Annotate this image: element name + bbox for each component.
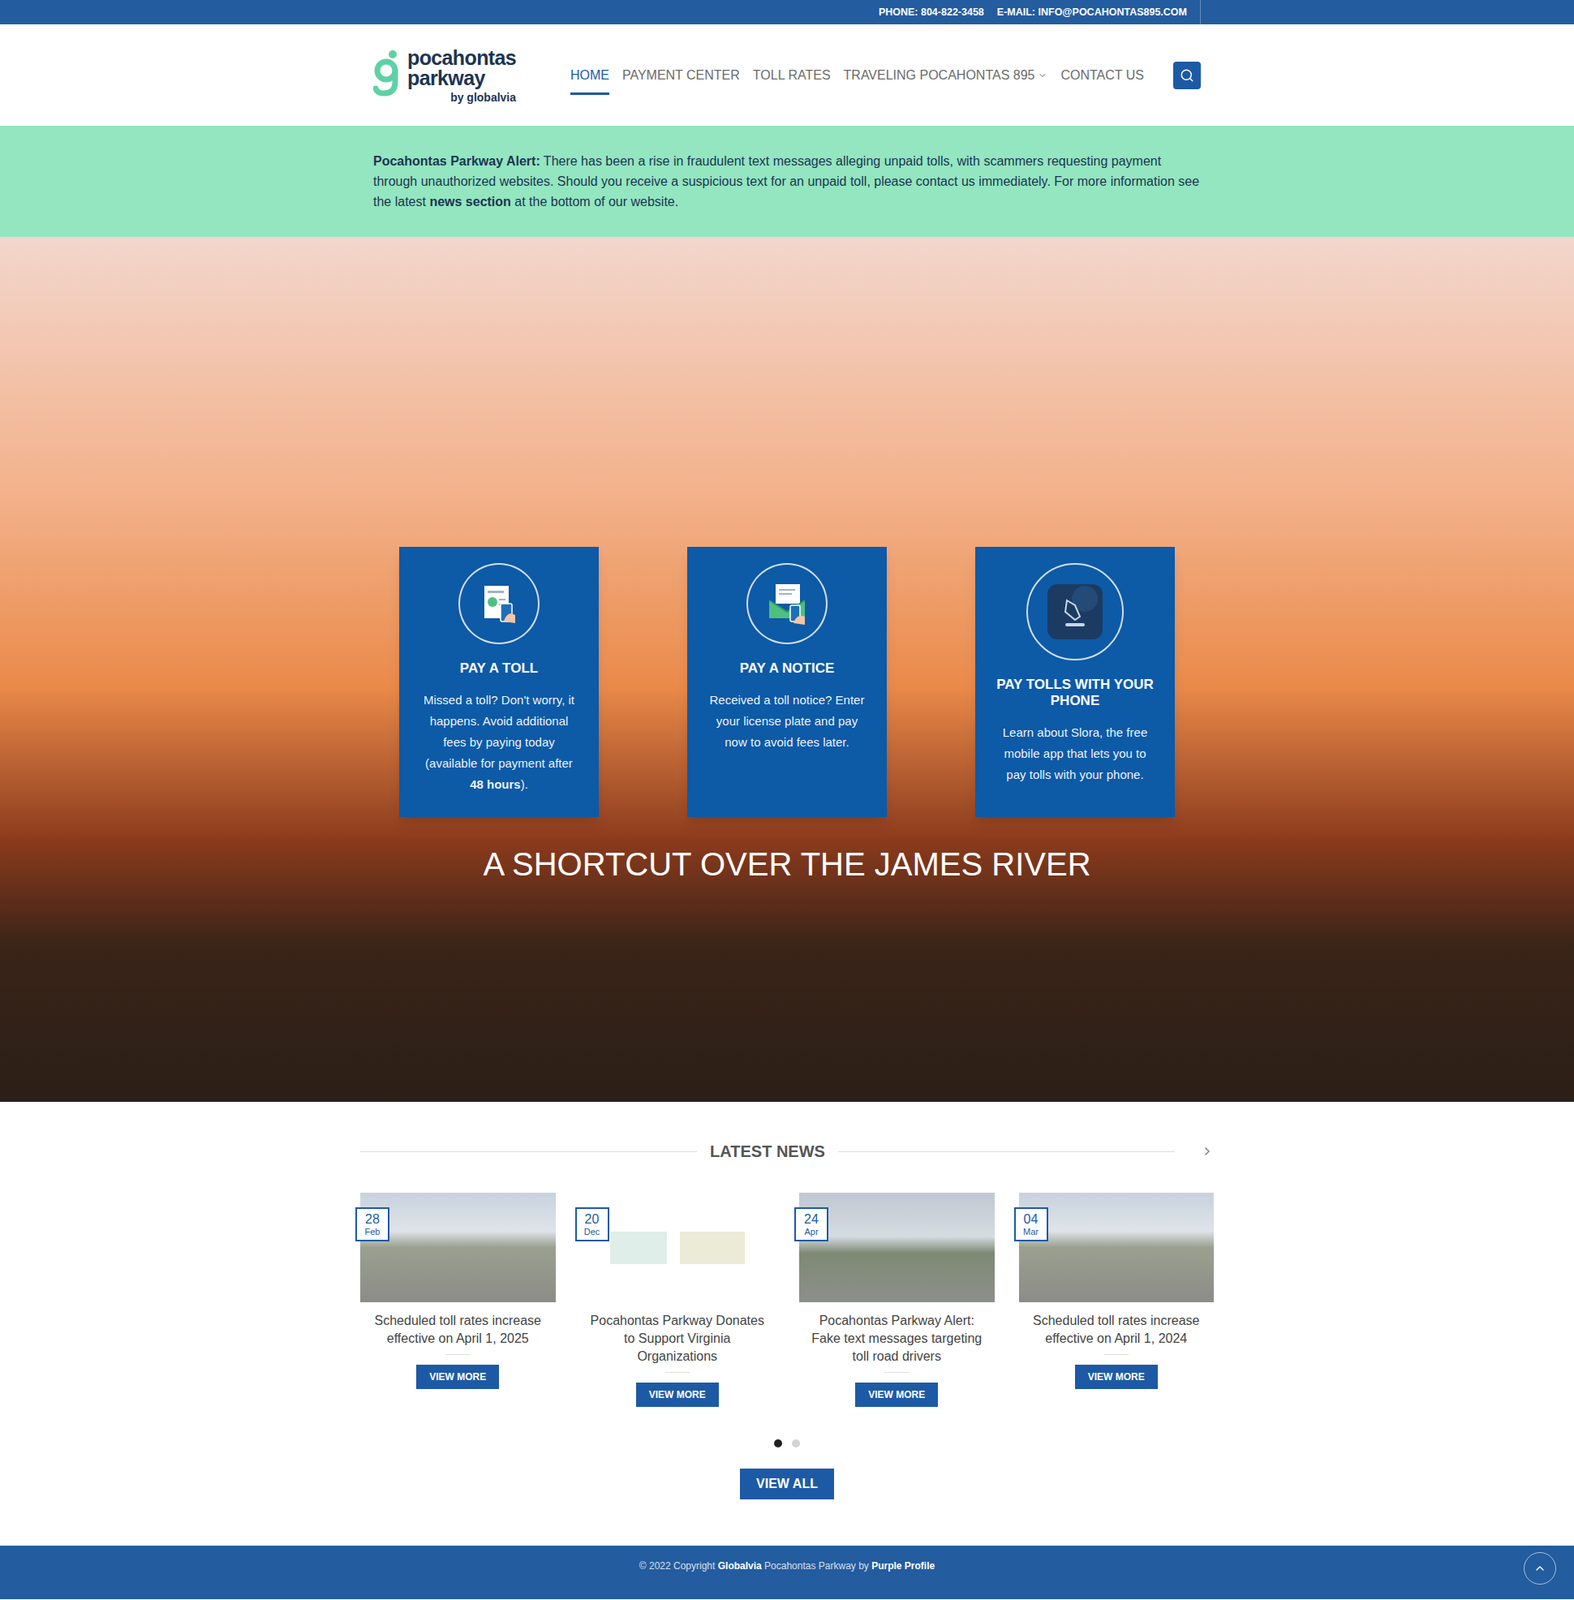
latest-news: LATEST NEWS28FebScheduled toll rates inc… xyxy=(0,1101,1574,1546)
date-badge: 24Apr xyxy=(794,1207,829,1242)
news-image xyxy=(799,1192,995,1303)
carousel-dot[interactable] xyxy=(774,1439,783,1448)
carousel-dot[interactable] xyxy=(791,1439,800,1448)
logo-line2: parkway xyxy=(407,68,517,89)
hero: PAY A TOLL Missed a toll? Don't worry, it… xyxy=(0,236,1574,1102)
alert-banner: Pocahontas Parkway Alert: There has been… xyxy=(0,125,1574,237)
search-icon xyxy=(1179,68,1195,83)
nav-item[interactable]: TRAVELING POCAHONTAS 895 xyxy=(843,59,1049,92)
next-arrow-icon[interactable] xyxy=(1200,1144,1214,1158)
scroll-top-button[interactable] xyxy=(1523,1552,1557,1585)
news-title: Scheduled toll rates increase effective … xyxy=(360,1311,556,1348)
hero-card-text: Received a toll notice? Enter your licen… xyxy=(706,689,868,753)
header: pocahontasparkway by globalvia HOME PAYMENT… xyxy=(0,24,1574,126)
hero-card-text: Missed a toll? Don't worry, it happens. … xyxy=(418,689,580,796)
news-title: Scheduled toll rates increase effective … xyxy=(1019,1311,1215,1348)
phone-text[interactable]: PHONE: 804-822-3458 xyxy=(878,4,985,21)
view-more-button[interactable]: VIEW MORE xyxy=(636,1382,719,1407)
active-underline xyxy=(570,92,610,95)
logo-line3: by globalvia xyxy=(450,91,517,104)
hero-card-text: Learn about Slora, the free mobile app t… xyxy=(994,722,1156,786)
news-card[interactable]: 20DecPocahontas Parkway Donates to Suppo… xyxy=(580,1192,776,1407)
logo-line1: pocahontas xyxy=(407,47,517,69)
view-all-button[interactable]: VIEW ALL xyxy=(739,1468,835,1500)
news-card[interactable]: 04MarScheduled toll rates increase effec… xyxy=(1019,1192,1215,1407)
view-more-button[interactable]: VIEW MORE xyxy=(416,1364,499,1390)
logo-g-icon xyxy=(373,49,401,102)
alert-label: Pocahontas Parkway Alert: xyxy=(373,154,541,168)
news-title: Pocahontas Parkway Alert: Fake text mess… xyxy=(799,1311,995,1366)
nav-item[interactable]: PAYMENT CENTER xyxy=(622,59,740,92)
email-text[interactable]: E-MAIL: INFO@POCAHONTAS895.COM xyxy=(997,4,1187,21)
hero-card[interactable]: PAY A NOTICE Received a toll notice? Ente… xyxy=(687,546,887,818)
news-title: Pocahontas Parkway Donates to Support Vi… xyxy=(580,1311,776,1366)
nav-item[interactable]: TOLL RATES xyxy=(752,59,831,92)
news-image xyxy=(1019,1192,1215,1303)
hero-card[interactable]: PAY A TOLL Missed a toll? Don't worry, it… xyxy=(399,546,599,818)
receipt-icon xyxy=(458,563,540,645)
date-badge: 20Dec xyxy=(575,1207,610,1242)
logo[interactable]: pocahontasparkway by globalvia xyxy=(373,47,517,104)
nav-item[interactable]: CONTACT US xyxy=(1060,59,1144,92)
slora-app-icon xyxy=(1026,563,1124,661)
footer: © 2022 Copyright Globalvia Pocahontas Pa… xyxy=(0,1545,1574,1600)
view-more-button[interactable]: VIEW MORE xyxy=(1075,1364,1158,1390)
hero-headline: A SHORTCUT OVER THE JAMES RIVER xyxy=(482,839,1091,889)
date-badge: 04Mar xyxy=(1014,1207,1049,1242)
news-section-link[interactable]: news section xyxy=(429,194,511,209)
copyright-text: © 2022 Copyright Globalvia Pocahontas Pa… xyxy=(639,1558,935,1600)
search-button[interactable] xyxy=(1173,61,1201,90)
news-card[interactable]: 24AprPocahontas Parkway Alert: Fake text… xyxy=(799,1192,995,1407)
chevron-up-icon xyxy=(1533,1561,1547,1575)
top-bar: PHONE: 804-822-3458 E-MAIL: INFO@POCAHONT… xyxy=(0,0,1574,25)
chevron-down-icon xyxy=(1037,70,1048,81)
view-more-button[interactable]: VIEW MORE xyxy=(855,1382,938,1407)
hero-card-title: PAY A NOTICE xyxy=(739,660,835,677)
news-heading: LATEST NEWS xyxy=(709,1139,826,1164)
page: PHONE: 804-822-3458 E-MAIL: INFO@POCAHONT… xyxy=(0,0,1574,1600)
news-image xyxy=(360,1192,556,1303)
main-nav: HOME PAYMENT CENTER TOLL RATES TRAVELING PO… xyxy=(570,59,1144,92)
news-card[interactable]: 28FebScheduled toll rates increase effec… xyxy=(360,1192,556,1407)
phone-app-icon xyxy=(1045,582,1105,641)
hero-card-title: PAY A TOLL xyxy=(460,660,538,677)
envelope-icon xyxy=(746,563,828,645)
nav-item[interactable]: HOME xyxy=(570,59,610,92)
date-badge: 28Feb xyxy=(355,1207,390,1242)
news-image xyxy=(580,1192,776,1303)
hero-card[interactable]: PAY TOLLS WITH YOUR PHONE Learn about Slo… xyxy=(975,546,1175,818)
hero-card-title: PAY TOLLS WITH YOUR PHONE xyxy=(994,676,1156,710)
